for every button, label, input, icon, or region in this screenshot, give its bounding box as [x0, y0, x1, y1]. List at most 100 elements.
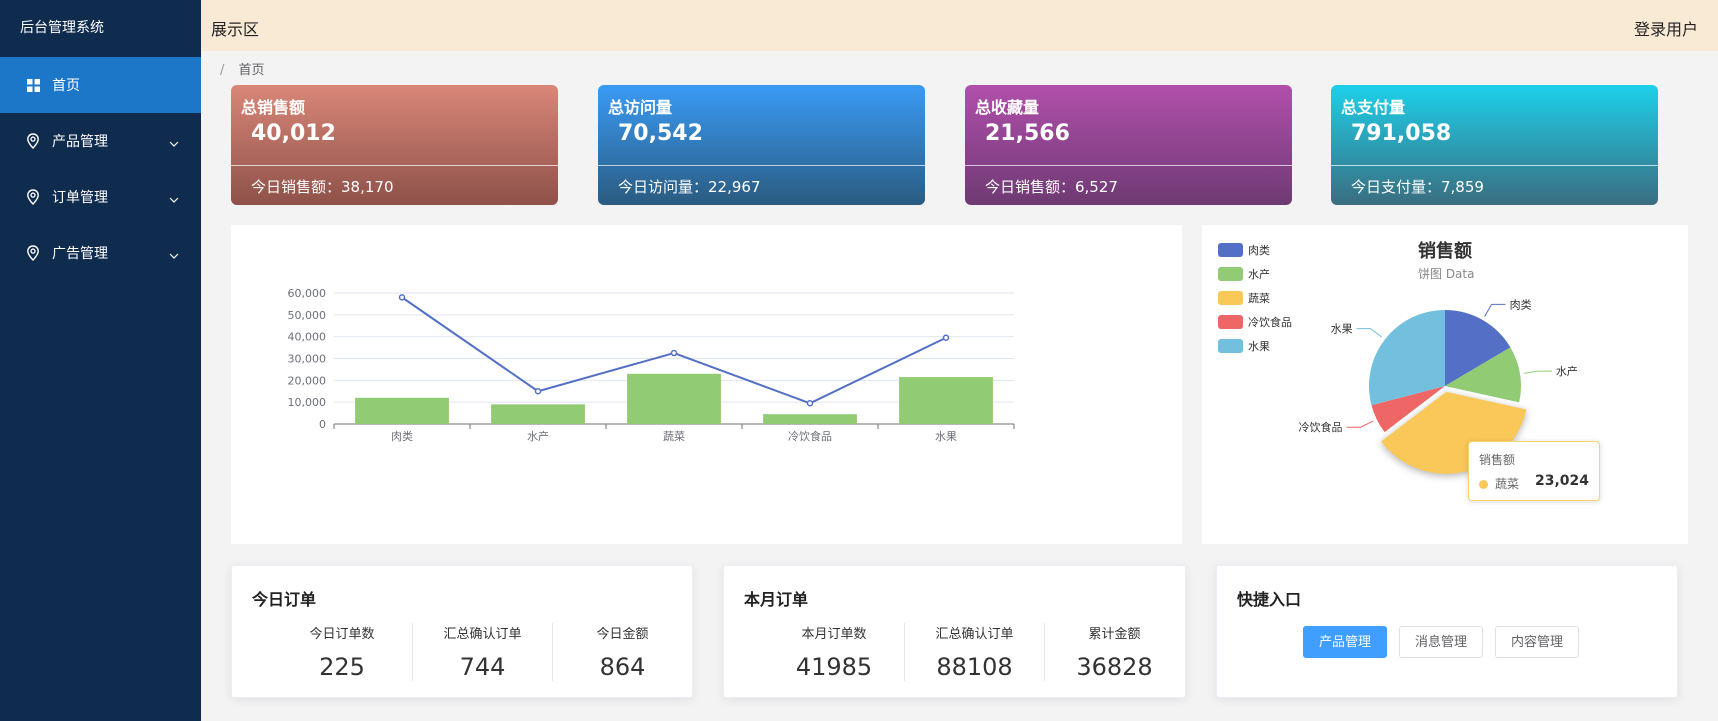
- bar: [491, 404, 585, 424]
- line-point: [534, 388, 542, 395]
- card-title: 今日订单: [252, 590, 317, 609]
- stat-footer: 今日销售额：38,170: [251, 178, 394, 196]
- card-title: 快捷入口: [1237, 590, 1302, 609]
- y-tick-label: 50,000: [288, 309, 327, 322]
- y-tick-label: 60,000: [288, 287, 327, 300]
- tooltip-series: 销售额: [1479, 453, 1516, 467]
- tooltip-value: 23,024: [1534, 473, 1589, 489]
- order-stat-value: 225: [319, 653, 365, 681]
- order-stat: 今日金额 864: [552, 623, 692, 681]
- order-stat: 汇总确认订单 88108: [904, 623, 1044, 681]
- order-stat-label: 累计金额: [1088, 627, 1141, 642]
- pie-leader-line: [1523, 370, 1552, 374]
- order-stat-value: 41985: [795, 653, 873, 681]
- app-logo: 后台管理系统: [20, 20, 104, 36]
- chevron-down-icon: [169, 191, 179, 207]
- header-title: 展示区: [211, 20, 260, 39]
- sidebar-item-orders[interactable]: 订单管理: [0, 169, 201, 225]
- bar-line-chart-panel: 0 10,000 20,000 30,000 40,000 50,000 60,000 肉类 水…: [231, 225, 1182, 544]
- x-tick-label: 水果: [935, 430, 957, 443]
- order-stat-value: 36828: [1076, 653, 1153, 681]
- stat-footer: 今日销售额：6,527: [985, 178, 1118, 196]
- order-stat: 汇总确认订单 744: [412, 623, 552, 681]
- order-stat-label: 汇总确认订单: [935, 627, 1014, 642]
- y-tick-label: 20,000: [288, 374, 327, 387]
- grid-icon: [26, 78, 40, 92]
- stat-card-sales: 总销售额 40,012 今日销售额：38,170: [231, 85, 558, 205]
- stat-title: 总支付量: [1341, 98, 1406, 117]
- sidebar-item-label: 订单管理: [52, 190, 108, 206]
- order-stat: 今日订单数 225: [272, 623, 412, 681]
- line-point: [806, 400, 814, 407]
- y-tick-label: 10,000: [288, 396, 327, 409]
- bar: [627, 373, 721, 424]
- sidebar-item-label: 产品管理: [52, 134, 108, 150]
- stat-divider: [1331, 165, 1658, 166]
- pie-leader-line: [1484, 303, 1506, 317]
- line-point: [398, 294, 406, 301]
- tooltip-category: 蔬菜: [1495, 477, 1520, 491]
- stat-divider: [231, 165, 558, 166]
- x-tick-label: 蔬菜: [663, 430, 685, 443]
- sidebar-item-ads[interactable]: 广告管理: [0, 225, 201, 281]
- stat-divider: [965, 165, 1292, 166]
- stat-footer: 今日访问量：22,967: [618, 178, 761, 196]
- bar: [899, 377, 993, 424]
- chevron-down-icon: [169, 247, 179, 263]
- pie-label: 冷饮食品: [1299, 420, 1343, 434]
- stat-card-payments: 总支付量 791,058 今日支付量：7,859: [1331, 85, 1658, 205]
- stat-title: 总收藏量: [975, 98, 1040, 117]
- pie-leader-line: [1356, 328, 1382, 338]
- order-stat-label: 今日订单数: [309, 627, 375, 642]
- order-stat-value: 744: [459, 653, 506, 681]
- sidebar-item-products[interactable]: 产品管理: [0, 113, 201, 169]
- sidebar-item-home[interactable]: 首页: [0, 57, 201, 113]
- breadcrumb: / 首页: [220, 59, 265, 78]
- order-stat-value: 864: [599, 653, 646, 681]
- y-tick-label: 0: [319, 418, 326, 431]
- stat-value: 70,542: [618, 121, 703, 146]
- pie-label: 肉类: [1510, 297, 1532, 311]
- line-point: [942, 334, 950, 342]
- location-pin-icon: [26, 245, 40, 261]
- stat-value: 40,012: [251, 121, 336, 146]
- stat-card-favorites: 总收藏量 21,566 今日销售额：6,527: [965, 85, 1292, 205]
- x-tick-label: 水产: [527, 429, 549, 443]
- pie-label: 水产: [1556, 364, 1578, 378]
- breadcrumb-home[interactable]: 首页: [239, 63, 265, 78]
- content-management-button[interactable]: 内容管理: [1495, 626, 1580, 658]
- today-orders-card: 今日订单 今日订单数 225 汇总确认订单 744 今日金额 864: [231, 565, 693, 698]
- order-stat: 本月订单数 41985: [764, 623, 904, 681]
- stat-value: 791,058: [1351, 121, 1452, 146]
- order-stat-value: 88108: [936, 653, 1013, 681]
- product-management-button[interactable]: 产品管理: [1303, 626, 1388, 658]
- location-pin-icon: [26, 189, 40, 205]
- order-stat-label: 今日金额: [596, 627, 649, 642]
- x-tick-label: 冷饮食品: [788, 429, 832, 443]
- pie-tooltip: 销售额 蔬菜 23,024: [1468, 441, 1600, 501]
- y-tick-label: 40,000: [288, 331, 327, 344]
- month-orders-card: 本月订单 本月订单数 41985 汇总确认订单 88108 累计金额 36828: [723, 565, 1186, 698]
- stat-divider: [598, 165, 925, 166]
- stat-footer: 今日支付量：7,859: [1351, 178, 1484, 196]
- pie-chart[interactable]: 肉类水产冷饮食品 水果: [1202, 225, 1688, 544]
- location-pin-icon: [26, 133, 40, 149]
- sidebar-item-label: 广告管理: [52, 246, 108, 262]
- login-user-link[interactable]: 登录用户: [1634, 16, 1698, 40]
- sidebar: 后台管理系统 首页 产品管理 订单管理 广告管理: [0, 0, 201, 721]
- message-management-button[interactable]: 消息管理: [1399, 626, 1484, 658]
- bar: [355, 397, 449, 424]
- order-stat-label: 本月订单数: [801, 627, 867, 642]
- breadcrumb-separator: /: [220, 63, 225, 78]
- stat-title: 总销售额: [241, 98, 306, 117]
- card-title: 本月订单: [744, 590, 809, 609]
- bar: [763, 414, 857, 424]
- order-stat-label: 汇总确认订单: [443, 627, 522, 642]
- sidebar-item-label: 首页: [52, 78, 80, 94]
- line-point: [670, 349, 678, 357]
- bar-line-chart[interactable]: 0 10,000 20,000 30,000 40,000 50,000 60,000 肉类 水…: [231, 225, 1182, 544]
- top-header: 展示区 登录用户: [201, 0, 1718, 51]
- pie-leader-line: [1346, 420, 1374, 428]
- y-tick-label: 30,000: [288, 353, 327, 366]
- x-tick-label: 肉类: [391, 429, 413, 443]
